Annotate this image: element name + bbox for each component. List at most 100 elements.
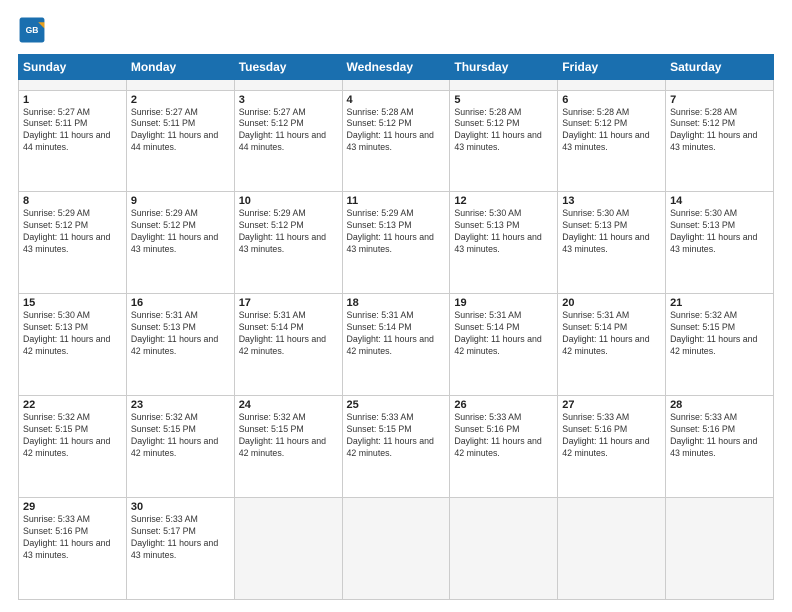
day-number: 22 — [23, 399, 122, 411]
calendar-cell: 1Sunrise: 5:27 AMSunset: 5:11 PMDaylight… — [19, 90, 127, 192]
cell-info: Sunrise: 5:27 AMSunset: 5:11 PMDaylight:… — [23, 107, 122, 155]
day-header-saturday: Saturday — [666, 55, 774, 80]
day-number: 25 — [347, 399, 446, 411]
day-number: 30 — [131, 501, 230, 513]
cell-info: Sunrise: 5:33 AMSunset: 5:17 PMDaylight:… — [131, 514, 230, 562]
day-header-monday: Monday — [126, 55, 234, 80]
day-number: 24 — [239, 399, 338, 411]
cell-info: Sunrise: 5:32 AMSunset: 5:15 PMDaylight:… — [239, 412, 338, 460]
calendar-cell: 22Sunrise: 5:32 AMSunset: 5:15 PMDayligh… — [19, 396, 127, 498]
day-number: 10 — [239, 195, 338, 207]
cell-info: Sunrise: 5:31 AMSunset: 5:14 PMDaylight:… — [347, 310, 446, 358]
cell-info: Sunrise: 5:32 AMSunset: 5:15 PMDaylight:… — [131, 412, 230, 460]
calendar-cell: 19Sunrise: 5:31 AMSunset: 5:14 PMDayligh… — [450, 294, 558, 396]
calendar-cell — [19, 80, 127, 91]
calendar-cell: 20Sunrise: 5:31 AMSunset: 5:14 PMDayligh… — [558, 294, 666, 396]
day-number: 3 — [239, 94, 338, 106]
logo: GB — [18, 16, 50, 44]
calendar-header-row: SundayMondayTuesdayWednesdayThursdayFrid… — [19, 55, 774, 80]
calendar-cell — [666, 80, 774, 91]
cell-info: Sunrise: 5:32 AMSunset: 5:15 PMDaylight:… — [670, 310, 769, 358]
day-number: 27 — [562, 399, 661, 411]
calendar-week-5: 29Sunrise: 5:33 AMSunset: 5:16 PMDayligh… — [19, 498, 774, 600]
cell-info: Sunrise: 5:29 AMSunset: 5:12 PMDaylight:… — [23, 208, 122, 256]
day-number: 2 — [131, 94, 230, 106]
cell-info: Sunrise: 5:30 AMSunset: 5:13 PMDaylight:… — [23, 310, 122, 358]
cell-info: Sunrise: 5:27 AMSunset: 5:12 PMDaylight:… — [239, 107, 338, 155]
calendar-cell: 7Sunrise: 5:28 AMSunset: 5:12 PMDaylight… — [666, 90, 774, 192]
day-number: 20 — [562, 297, 661, 309]
calendar-cell: 6Sunrise: 5:28 AMSunset: 5:12 PMDaylight… — [558, 90, 666, 192]
calendar-cell: 27Sunrise: 5:33 AMSunset: 5:16 PMDayligh… — [558, 396, 666, 498]
calendar-cell — [342, 498, 450, 600]
day-number: 23 — [131, 399, 230, 411]
day-number: 18 — [347, 297, 446, 309]
calendar-cell: 23Sunrise: 5:32 AMSunset: 5:15 PMDayligh… — [126, 396, 234, 498]
calendar-cell — [234, 498, 342, 600]
calendar-cell: 24Sunrise: 5:32 AMSunset: 5:15 PMDayligh… — [234, 396, 342, 498]
calendar-cell: 12Sunrise: 5:30 AMSunset: 5:13 PMDayligh… — [450, 192, 558, 294]
calendar-cell: 29Sunrise: 5:33 AMSunset: 5:16 PMDayligh… — [19, 498, 127, 600]
calendar-cell: 11Sunrise: 5:29 AMSunset: 5:13 PMDayligh… — [342, 192, 450, 294]
calendar-cell: 18Sunrise: 5:31 AMSunset: 5:14 PMDayligh… — [342, 294, 450, 396]
calendar-cell: 4Sunrise: 5:28 AMSunset: 5:12 PMDaylight… — [342, 90, 450, 192]
day-number: 14 — [670, 195, 769, 207]
cell-info: Sunrise: 5:27 AMSunset: 5:11 PMDaylight:… — [131, 107, 230, 155]
cell-info: Sunrise: 5:33 AMSunset: 5:16 PMDaylight:… — [670, 412, 769, 460]
cell-info: Sunrise: 5:31 AMSunset: 5:14 PMDaylight:… — [562, 310, 661, 358]
logo-icon: GB — [18, 16, 46, 44]
calendar-cell: 8Sunrise: 5:29 AMSunset: 5:12 PMDaylight… — [19, 192, 127, 294]
calendar-cell: 30Sunrise: 5:33 AMSunset: 5:17 PMDayligh… — [126, 498, 234, 600]
calendar-cell: 25Sunrise: 5:33 AMSunset: 5:15 PMDayligh… — [342, 396, 450, 498]
day-number: 9 — [131, 195, 230, 207]
cell-info: Sunrise: 5:32 AMSunset: 5:15 PMDaylight:… — [23, 412, 122, 460]
cell-info: Sunrise: 5:33 AMSunset: 5:15 PMDaylight:… — [347, 412, 446, 460]
calendar-cell: 17Sunrise: 5:31 AMSunset: 5:14 PMDayligh… — [234, 294, 342, 396]
calendar-cell: 14Sunrise: 5:30 AMSunset: 5:13 PMDayligh… — [666, 192, 774, 294]
header: GB — [18, 16, 774, 44]
calendar-cell: 26Sunrise: 5:33 AMSunset: 5:16 PMDayligh… — [450, 396, 558, 498]
day-number: 1 — [23, 94, 122, 106]
calendar-cell: 2Sunrise: 5:27 AMSunset: 5:11 PMDaylight… — [126, 90, 234, 192]
calendar-cell — [450, 80, 558, 91]
day-number: 21 — [670, 297, 769, 309]
calendar-cell: 15Sunrise: 5:30 AMSunset: 5:13 PMDayligh… — [19, 294, 127, 396]
calendar-cell: 5Sunrise: 5:28 AMSunset: 5:12 PMDaylight… — [450, 90, 558, 192]
calendar-cell — [126, 80, 234, 91]
cell-info: Sunrise: 5:31 AMSunset: 5:14 PMDaylight:… — [454, 310, 553, 358]
day-number: 7 — [670, 94, 769, 106]
day-number: 12 — [454, 195, 553, 207]
calendar-cell: 13Sunrise: 5:30 AMSunset: 5:13 PMDayligh… — [558, 192, 666, 294]
day-number: 13 — [562, 195, 661, 207]
calendar-cell — [558, 80, 666, 91]
calendar-week-2: 8Sunrise: 5:29 AMSunset: 5:12 PMDaylight… — [19, 192, 774, 294]
day-number: 16 — [131, 297, 230, 309]
calendar-cell: 16Sunrise: 5:31 AMSunset: 5:13 PMDayligh… — [126, 294, 234, 396]
day-number: 5 — [454, 94, 553, 106]
calendar-week-3: 15Sunrise: 5:30 AMSunset: 5:13 PMDayligh… — [19, 294, 774, 396]
day-header-thursday: Thursday — [450, 55, 558, 80]
calendar-cell: 21Sunrise: 5:32 AMSunset: 5:15 PMDayligh… — [666, 294, 774, 396]
calendar-week-0 — [19, 80, 774, 91]
calendar-cell: 9Sunrise: 5:29 AMSunset: 5:12 PMDaylight… — [126, 192, 234, 294]
calendar-cell — [558, 498, 666, 600]
cell-info: Sunrise: 5:28 AMSunset: 5:12 PMDaylight:… — [347, 107, 446, 155]
cell-info: Sunrise: 5:28 AMSunset: 5:12 PMDaylight:… — [562, 107, 661, 155]
cell-info: Sunrise: 5:28 AMSunset: 5:12 PMDaylight:… — [670, 107, 769, 155]
day-number: 29 — [23, 501, 122, 513]
calendar-cell: 3Sunrise: 5:27 AMSunset: 5:12 PMDaylight… — [234, 90, 342, 192]
cell-info: Sunrise: 5:31 AMSunset: 5:14 PMDaylight:… — [239, 310, 338, 358]
calendar-cell — [234, 80, 342, 91]
cell-info: Sunrise: 5:33 AMSunset: 5:16 PMDaylight:… — [454, 412, 553, 460]
day-header-wednesday: Wednesday — [342, 55, 450, 80]
calendar-week-4: 22Sunrise: 5:32 AMSunset: 5:15 PMDayligh… — [19, 396, 774, 498]
day-number: 19 — [454, 297, 553, 309]
calendar-cell — [450, 498, 558, 600]
cell-info: Sunrise: 5:33 AMSunset: 5:16 PMDaylight:… — [23, 514, 122, 562]
cell-info: Sunrise: 5:29 AMSunset: 5:12 PMDaylight:… — [239, 208, 338, 256]
cell-info: Sunrise: 5:30 AMSunset: 5:13 PMDaylight:… — [562, 208, 661, 256]
day-header-tuesday: Tuesday — [234, 55, 342, 80]
day-number: 4 — [347, 94, 446, 106]
cell-info: Sunrise: 5:29 AMSunset: 5:12 PMDaylight:… — [131, 208, 230, 256]
day-number: 26 — [454, 399, 553, 411]
